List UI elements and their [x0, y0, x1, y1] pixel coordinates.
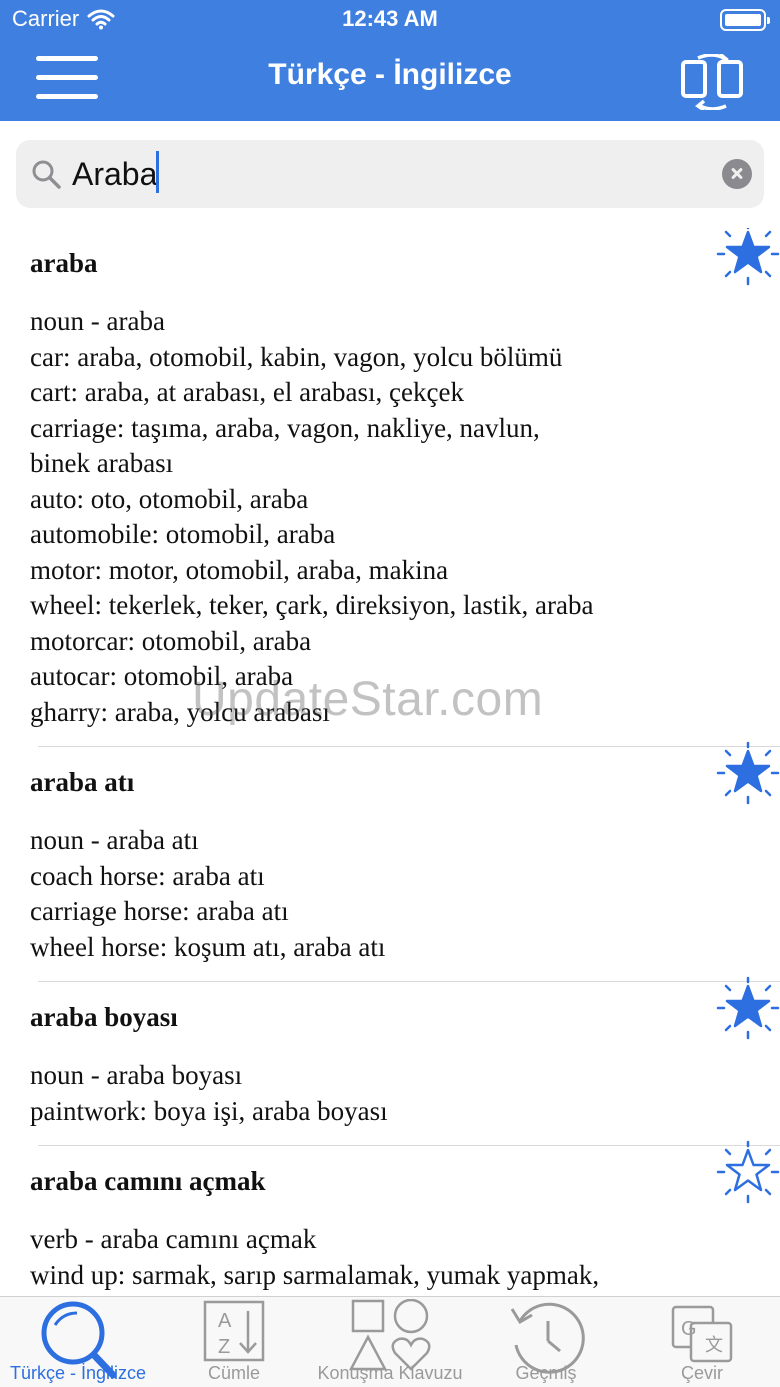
tab-konusma-klavuzu[interactable]: Konuşma Klavuzu [312, 1297, 468, 1387]
entry-headword: araba [30, 248, 98, 278]
clear-search-button[interactable] [722, 159, 752, 189]
status-time: 12:43 AM [342, 6, 438, 31]
tab-label: Çevir [680, 1363, 723, 1383]
entry-definitions: verb - araba camını açmak wind up: sarmak… [30, 1222, 750, 1296]
definition-line: car: araba, otomobil, kabin, vagon, yolc… [30, 341, 563, 372]
entry-definitions: noun - araba car: araba, otomobil, kabin,… [30, 304, 750, 746]
favorite-star-filled-icon[interactable] [716, 228, 780, 286]
definition-line: motor: motor, otomobil, araba, makina [30, 554, 449, 585]
definition-line: gharry: araba, yolcu arabası [30, 696, 330, 727]
definition-line: noun - araba atı [30, 825, 199, 855]
tab-label: Geçmiş [515, 1363, 577, 1383]
entry-headword: araba boyası [30, 1002, 178, 1032]
search-icon [32, 160, 61, 189]
definition-line: motorcar: otomobil, araba [30, 625, 312, 656]
shapes-icon [349, 1299, 431, 1371]
definition-line: noun - araba boyası [30, 1060, 243, 1090]
svg-text:G: G [681, 1318, 697, 1340]
navigation-bar: Carrier 12:43 AM Türkçe - İngilizce [0, 0, 780, 121]
definition-line: cart: araba, at arabası, el arabası, çek… [30, 377, 464, 407]
entry-definitions: noun - araba boyası paintwork: boya işi, … [30, 1058, 750, 1145]
definition-line: wind up: sarmak, sarıp sarmalamak, yumak… [30, 1259, 600, 1290]
tab-bar: Türkçe - İngilizce A Z Cümle Konuşma Kla… [0, 1296, 780, 1387]
definition-line: verb - araba camını açmak [30, 1224, 317, 1254]
tab-label: Konuşma Klavuzu [317, 1363, 463, 1383]
favorite-star-outline-icon[interactable] [716, 1140, 780, 1204]
entry-headword: araba camını açmak [30, 1166, 266, 1196]
dictionary-entry[interactable]: araba camını açmak verb - araba camını aç… [0, 1140, 780, 1296]
favorite-star-filled-icon[interactable] [716, 741, 780, 805]
definition-line: carriage: taşıma, araba, vagon, nakliye,… [30, 412, 540, 443]
dictionary-entry[interactable]: araba noun - araba car: araba, otomobil, k… [0, 228, 780, 746]
entry-headword: araba atı [30, 767, 135, 797]
favorite-star-filled-icon[interactable] [716, 976, 780, 1040]
text-caret [156, 151, 159, 193]
tab-cumle[interactable]: A Z Cümle [156, 1297, 312, 1387]
tab-label: Türkçe - İngilizce [9, 1363, 147, 1383]
dictionary-entry[interactable]: araba atı noun - araba atı coach horse: ar… [0, 741, 780, 981]
translate-icon: G 文 [671, 1305, 733, 1363]
dictionary-entry[interactable]: araba boyası noun - araba boyası paintwork… [0, 976, 780, 1145]
results-list[interactable]: araba noun - araba car: araba, otomobil, k… [0, 228, 780, 1296]
definition-line: wheel horse: koşum atı, araba atı [30, 931, 386, 962]
definition-line: auto: oto, otomobil, araba [30, 483, 309, 514]
svg-text:Z: Z [218, 1336, 230, 1358]
definition-line: coach horse: araba atı [30, 860, 265, 891]
definition-line: binek arabası [30, 448, 174, 478]
search-bar [16, 140, 764, 208]
search-input[interactable] [72, 150, 692, 198]
svg-text:A: A [218, 1310, 232, 1332]
definition-line: wheel: tekerlek, teker, çark, direksiyon… [30, 590, 594, 620]
definition-line: paintwork: boya işi, araba boyası [30, 1095, 388, 1126]
tab-gecmis[interactable]: Geçmiş [468, 1297, 624, 1387]
battery-icon [720, 9, 770, 31]
entry-definitions: noun - araba atı coach horse: araba atı ca… [30, 823, 750, 981]
tab-cevir[interactable]: G 文 Çevir [624, 1297, 780, 1387]
definition-line: carriage horse: araba atı [30, 896, 289, 926]
sort-az-icon: A Z [203, 1300, 265, 1362]
page-title: Türkçe - İngilizce [268, 58, 512, 91]
tab-label: Cümle [207, 1363, 260, 1383]
tab-turkce-ingilizce[interactable]: Türkçe - İngilizce [0, 1297, 156, 1387]
definition-line: noun - araba [30, 306, 165, 336]
definition-line: automobile: otomobil, araba [30, 519, 336, 549]
swap-language-button[interactable] [680, 54, 744, 110]
svg-text:文: 文 [705, 1335, 723, 1355]
definition-line: autocar: otomobil, araba [30, 661, 294, 691]
